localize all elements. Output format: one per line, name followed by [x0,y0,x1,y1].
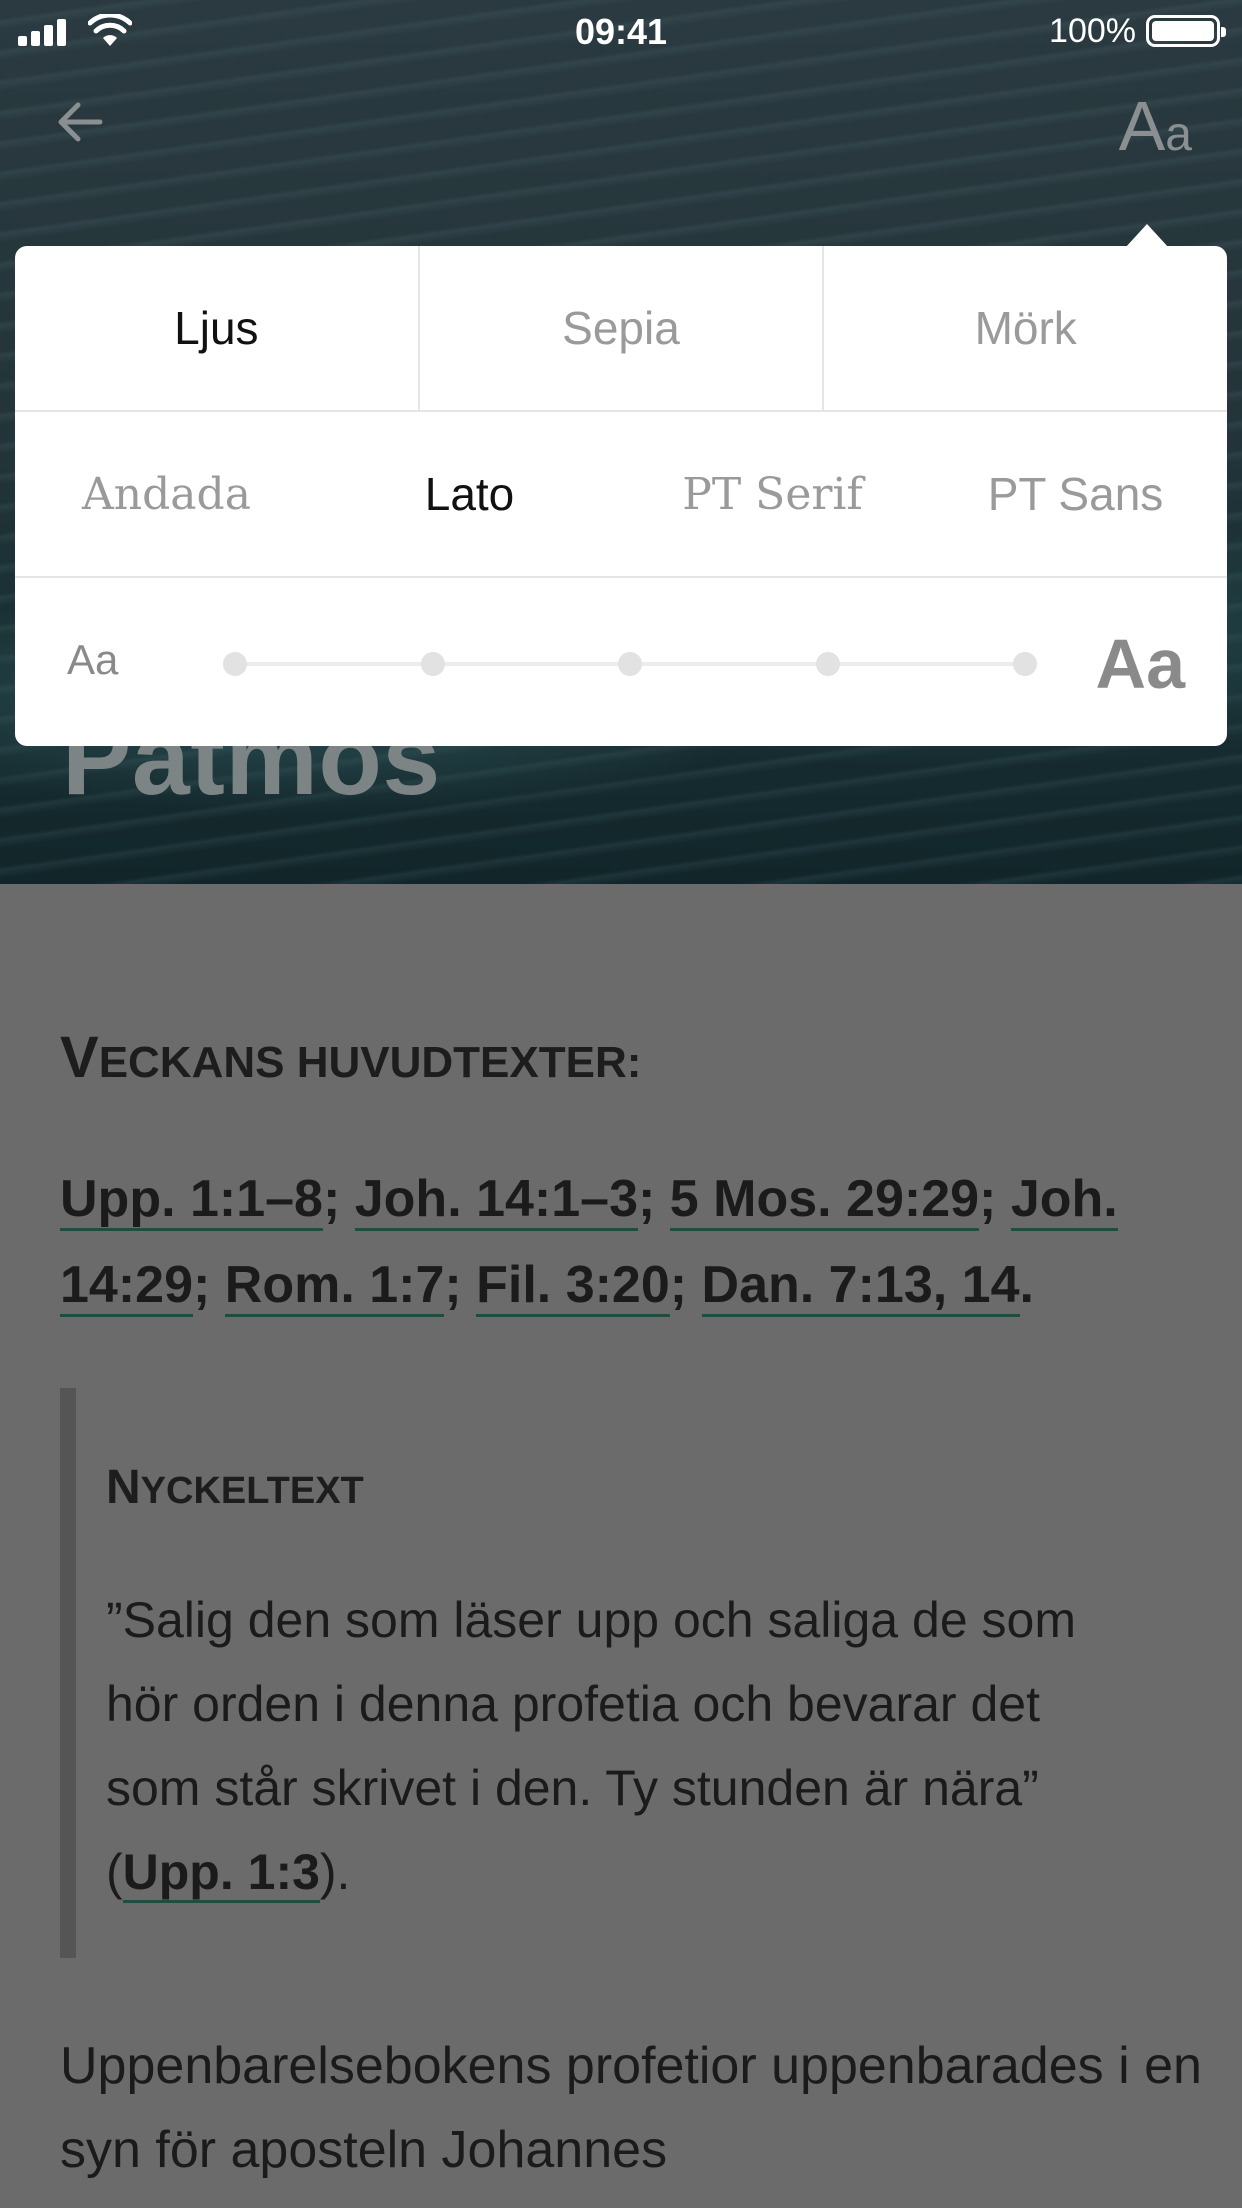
font-size-step[interactable] [618,652,642,676]
font-size-step[interactable] [815,652,840,676]
verse-link[interactable]: Dan. 7:13, 14 [701,1256,1020,1317]
reader-screen: Patmos 09:41 100% Aa VECKANS HUVUDTEXTER… [0,0,1242,2208]
body-paragraph: Uppenbarelsebokens profetior uppenbarade… [60,2037,1202,2179]
font-size-selector: Aa Aa [15,578,1227,746]
key-text-label: NYCKELTEXT [106,1460,364,1515]
theme-option-ljus[interactable]: Ljus [15,246,418,410]
section-heading-initial: V [60,1025,99,1090]
section-heading: VECKANS HUVUDTEXTER: [60,1024,641,1091]
battery-icon [1146,15,1226,47]
font-button-small-letter: a [1165,108,1192,161]
key-text-reference-link[interactable]: Upp. 1:3 [122,1844,320,1903]
article-content: VECKANS HUVUDTEXTER: Upp. 1:1–8; Joh. 14… [0,884,1242,2208]
battery-percentage: 100% [1049,12,1136,50]
reading-settings-popover: Ljus Sepia Mörk Andada Lato PT Serif PT … [15,246,1227,746]
font-size-large-label: Aa [1095,625,1185,703]
font-settings-button[interactable]: Aa [1119,86,1192,166]
verse-link[interactable]: Rom. 1:7 [224,1256,445,1317]
key-text-end: ). [319,1844,351,1900]
font-size-step[interactable] [1013,652,1037,676]
font-option-pt-sans[interactable]: PT Sans [924,412,1227,576]
key-text-body: ”Salig den som läser upp och saliga de s… [106,1578,1146,1914]
verse-link[interactable]: Joh. 14:1–3 [354,1170,639,1231]
theme-selector: Ljus Sepia Mörk [15,246,1227,412]
key-verses: Upp. 1:1–8; Joh. 14:1–3; 5 Mos. 29:29; J… [60,1156,1190,1328]
popover-arrow [1125,224,1169,248]
status-bar: 09:41 100% [0,0,1242,62]
theme-option-sepia[interactable]: Sepia [417,246,823,410]
key-text-block: NYCKELTEXT ”Salig den som läser upp och … [60,1388,1190,1958]
font-option-lato[interactable]: Lato [318,412,621,576]
font-size-step[interactable] [223,652,247,676]
font-button-big-letter: A [1118,87,1166,165]
font-size-small-label: Aa [67,636,119,683]
verse-link[interactable]: Upp. 1:1–8 [60,1170,323,1231]
font-selector: Andada Lato PT Serif PT Sans [15,412,1227,578]
verse-link[interactable]: Fil. 3:20 [476,1256,670,1317]
back-arrow-icon[interactable] [50,92,110,152]
font-size-step[interactable] [420,652,445,676]
section-heading-rest: ECKANS HUVUDTEXTER: [98,1038,642,1087]
font-size-slider[interactable] [223,652,1037,676]
key-text-rest: YCKELTEXT [140,1470,364,1512]
theme-option-mork[interactable]: Mörk [822,246,1227,410]
font-option-pt-serif[interactable]: PT Serif [621,412,924,576]
verse-link[interactable]: 5 Mos. 29:29 [669,1170,980,1231]
key-text-initial: N [106,1461,141,1514]
font-option-andada[interactable]: Andada [15,412,318,576]
